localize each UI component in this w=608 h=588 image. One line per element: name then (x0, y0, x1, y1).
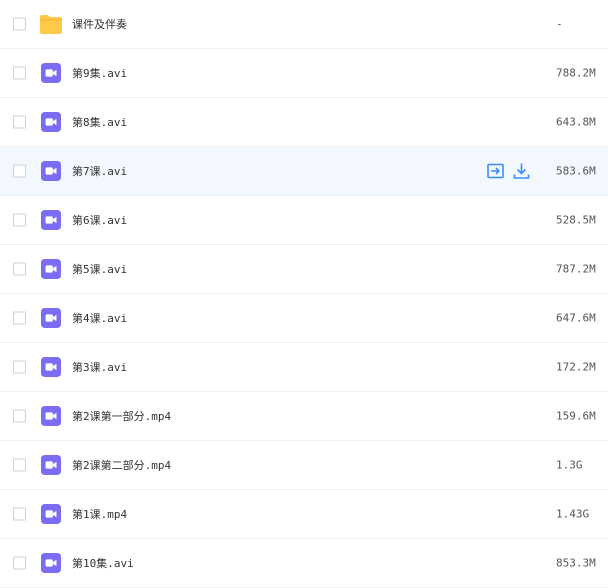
video-file-icon (41, 112, 61, 132)
file-name[interactable]: 课件及伴奏 (72, 16, 127, 32)
file-name[interactable]: 第6课.avi (72, 212, 127, 228)
file-row[interactable]: 第2课第二部分.mp4 1.3G (0, 441, 608, 490)
video-file-icon (41, 161, 61, 181)
row-checkbox[interactable] (13, 115, 26, 129)
file-name[interactable]: 第8集.avi (72, 114, 127, 130)
row-checkbox[interactable] (13, 556, 26, 570)
file-name[interactable]: 第10集.avi (72, 555, 134, 571)
file-size: 647.6M (556, 311, 596, 325)
file-row[interactable]: 课件及伴奏 - (0, 0, 608, 49)
video-file-icon (41, 504, 61, 524)
file-size: 172.2M (556, 360, 596, 374)
video-file-icon (41, 308, 61, 328)
file-row[interactable]: 第7课.avi 583.6M (0, 147, 608, 196)
file-name[interactable]: 第4课.avi (72, 310, 127, 326)
video-file-icon (41, 63, 61, 83)
file-name[interactable]: 第2课第一部分.mp4 (72, 408, 171, 424)
row-checkbox[interactable] (13, 360, 26, 374)
file-name[interactable]: 第9集.avi (72, 65, 127, 81)
file-size: 1.43G (556, 507, 590, 521)
video-file-icon (41, 210, 61, 230)
video-file-icon (41, 406, 61, 426)
file-row[interactable]: 第10集.avi 853.3M (0, 539, 608, 588)
file-size: 788.2M (556, 66, 596, 80)
file-row[interactable]: 第3课.avi 172.2M (0, 343, 608, 392)
file-name[interactable]: 第2课第二部分.mp4 (72, 457, 171, 473)
folder-icon (40, 15, 62, 34)
file-row[interactable]: 第9集.avi 788.2M (0, 49, 608, 98)
row-checkbox[interactable] (13, 17, 26, 31)
file-size: 528.5M (556, 213, 596, 227)
video-file-icon (41, 259, 61, 279)
file-name[interactable]: 第7课.avi (72, 163, 127, 179)
file-row[interactable]: 第5课.avi 787.2M (0, 245, 608, 294)
file-name[interactable]: 第3课.avi (72, 359, 127, 375)
file-row[interactable]: 第2课第一部分.mp4 159.6M (0, 392, 608, 441)
file-size: 853.3M (556, 556, 596, 570)
file-row[interactable]: 第8集.avi 643.8M (0, 98, 608, 147)
row-checkbox[interactable] (13, 66, 26, 80)
file-size: 787.2M (556, 262, 596, 276)
file-size: 583.6M (556, 164, 596, 178)
file-row[interactable]: 第4课.avi 647.6M (0, 294, 608, 343)
row-checkbox[interactable] (13, 213, 26, 227)
file-name[interactable]: 第1课.mp4 (72, 506, 127, 522)
file-row[interactable]: 第1课.mp4 1.43G (0, 490, 608, 539)
row-checkbox[interactable] (13, 262, 26, 276)
row-actions (487, 163, 530, 180)
row-checkbox[interactable] (13, 409, 26, 423)
row-checkbox[interactable] (13, 164, 26, 178)
share-icon[interactable] (487, 163, 504, 180)
download-icon[interactable] (513, 163, 530, 180)
file-size: 643.8M (556, 115, 596, 129)
row-checkbox[interactable] (13, 458, 26, 472)
file-row[interactable]: 第6课.avi 528.5M (0, 196, 608, 245)
video-file-icon (41, 455, 61, 475)
row-checkbox[interactable] (13, 507, 26, 521)
file-size: 1.3G (556, 458, 583, 472)
video-file-icon (41, 553, 61, 573)
row-checkbox[interactable] (13, 311, 26, 325)
file-size: 159.6M (556, 409, 596, 423)
file-size: - (556, 17, 563, 31)
file-name[interactable]: 第5课.avi (72, 261, 127, 277)
video-file-icon (41, 357, 61, 377)
file-list: 课件及伴奏 - 第9集.avi 788.2M 第8集.avi 643.8M 第7… (0, 0, 608, 588)
